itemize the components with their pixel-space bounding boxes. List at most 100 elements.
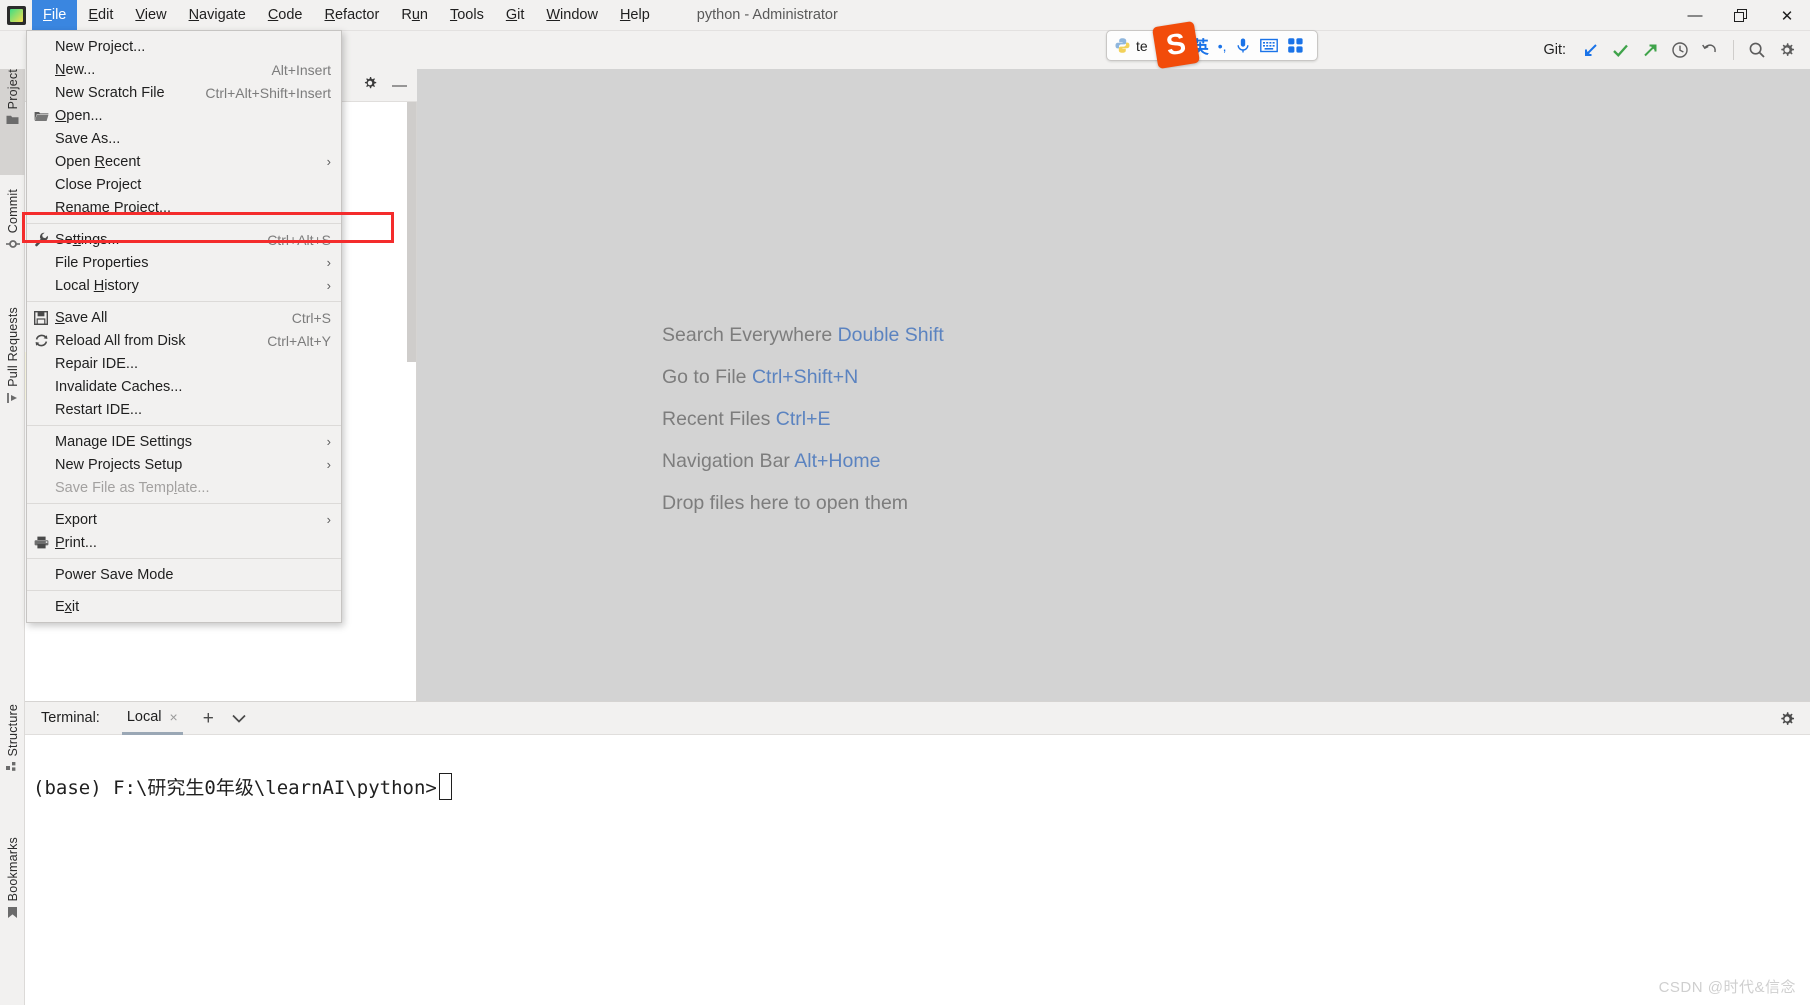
folder-icon	[6, 114, 19, 125]
git-update-icon[interactable]	[1575, 35, 1605, 65]
menu-item-rename-project[interactable]: Rename Project...	[27, 196, 341, 219]
hint-label: Navigation Bar	[662, 450, 790, 472]
bookmark-icon	[7, 906, 18, 919]
restore-button[interactable]	[1718, 0, 1764, 31]
sidebar-item-commit[interactable]: Commit	[0, 189, 25, 295]
project-settings-gear-icon[interactable]	[362, 75, 378, 96]
menu-separator	[27, 425, 341, 426]
save-icon	[27, 310, 55, 325]
menu-item-new-projects-setup[interactable]: New Projects Setup ›	[27, 453, 341, 476]
menu-item-shortcut: Ctrl+Alt+Y	[267, 332, 331, 349]
menu-item-new[interactable]: New... Alt+Insert	[27, 58, 341, 81]
menu-item-settings[interactable]: Settings... Ctrl+Alt+S	[27, 228, 341, 251]
menu-item-close-project[interactable]: Close Project	[27, 173, 341, 196]
menu-item-reload-all-from-disk[interactable]: Reload All from Disk Ctrl+Alt+Y	[27, 329, 341, 352]
menu-item-save-as[interactable]: Save As...	[27, 127, 341, 150]
menubar-item-view[interactable]: View	[124, 0, 177, 31]
search-icon[interactable]	[1742, 35, 1772, 65]
menu-item-repair-ide[interactable]: Repair IDE...	[27, 352, 341, 375]
pull-request-icon	[6, 392, 19, 404]
menu-item-label: Settings...	[55, 231, 120, 248]
menu-item-new-scratch-file[interactable]: New Scratch File Ctrl+Alt+Shift+Insert	[27, 81, 341, 104]
menu-item-shortcut: Ctrl+Alt+Shift+Insert	[205, 84, 331, 101]
project-hide-button[interactable]: —	[392, 78, 407, 93]
menu-item-print[interactable]: Print...	[27, 531, 341, 554]
menubar-item-navigate[interactable]: Navigate	[178, 0, 257, 31]
sidebar-item-bookmarks[interactable]: Bookmarks	[0, 837, 25, 965]
minimize-button[interactable]: —	[1672, 0, 1718, 31]
menu-item-export[interactable]: Export ›	[27, 508, 341, 531]
history-icon[interactable]	[1665, 35, 1695, 65]
sidebar-item-project[interactable]: Project	[0, 69, 25, 175]
structure-icon	[6, 761, 19, 774]
sidebar-item-pull-requests[interactable]: Pull Requests	[0, 307, 25, 437]
menu-separator	[27, 223, 341, 224]
menu-item-local-history[interactable]: Local History ›	[27, 274, 341, 297]
menubar-item-tools[interactable]: Tools	[439, 0, 495, 31]
editor-hint-list: Search Everywhere Double Shift Go to Fil…	[662, 324, 944, 515]
menu-item-save-all[interactable]: Save All Ctrl+S	[27, 306, 341, 329]
menu-item-label: Save File as Template...	[55, 479, 210, 496]
menubar-item-run[interactable]: Run	[390, 0, 439, 31]
ime-punctuation-toggle[interactable]: •,	[1218, 38, 1227, 54]
menu-item-label: Power Save Mode	[55, 566, 174, 583]
printer-icon	[27, 536, 55, 549]
rollback-icon[interactable]	[1695, 35, 1725, 65]
hint-search-everywhere: Search Everywhere Double Shift	[662, 324, 944, 347]
menu-item-open[interactable]: Open...	[27, 104, 341, 127]
chevron-right-icon: ›	[326, 457, 331, 472]
menu-item-manage-ide-settings[interactable]: Manage IDE Settings ›	[27, 430, 341, 453]
menu-item-label: Exit	[55, 598, 80, 615]
menu-item-shortcut: Ctrl+Alt+S	[267, 231, 331, 248]
menu-item-label: New Scratch File	[55, 84, 165, 101]
commit-icon	[5, 238, 20, 250]
sidebar-item-project-label: Project	[5, 69, 20, 110]
terminal-tab-local[interactable]: Local ×	[121, 701, 183, 735]
menubar-item-file[interactable]: File	[32, 0, 78, 31]
menubar-item-window[interactable]: Window	[535, 0, 609, 31]
python-icon[interactable]	[1114, 37, 1131, 54]
sogou-ime-logo-icon[interactable]: S	[1151, 20, 1201, 70]
toolbox-icon[interactable]	[1287, 37, 1304, 54]
menubar-item-refactor[interactable]: Refactor	[314, 0, 391, 31]
terminal-prompt-line: (base) F:\研究生0年级\learnAI\python>	[33, 773, 452, 800]
menu-item-label: Save As...	[55, 130, 121, 147]
add-terminal-tab-button[interactable]: +	[203, 709, 214, 728]
folder-icon	[27, 110, 55, 122]
menu-item-open-recent[interactable]: Open Recent ›	[27, 150, 341, 173]
terminal-output[interactable]: (base) F:\研究生0年级\learnAI\python>	[25, 735, 1810, 1005]
ime-input-text: te	[1136, 37, 1148, 54]
menubar-item-edit[interactable]: Edit	[77, 0, 124, 31]
hint-label: Search Everywhere	[662, 324, 833, 346]
soft-keyboard-icon[interactable]	[1260, 38, 1279, 53]
file-menu-popup[interactable]: New Project... New... Alt+Insert New Scr…	[26, 30, 342, 623]
close-button[interactable]: ✕	[1764, 0, 1810, 31]
hint-label: Go to File	[662, 366, 747, 388]
menu-item-exit[interactable]: Exit	[27, 595, 341, 618]
menu-item-new-project[interactable]: New Project...	[27, 35, 341, 58]
menu-item-file-properties[interactable]: File Properties ›	[27, 251, 341, 274]
ime-toolbar[interactable]: te 英 •,	[1106, 30, 1318, 61]
menu-item-label: Close Project	[55, 176, 142, 193]
menu-item-label: Reload All from Disk	[55, 332, 186, 349]
menu-item-invalidate-caches[interactable]: Invalidate Caches...	[27, 375, 341, 398]
chevron-right-icon: ›	[326, 434, 331, 449]
voice-input-icon[interactable]	[1235, 37, 1251, 54]
git-push-icon[interactable]	[1635, 35, 1665, 65]
settings-gear-icon[interactable]	[1772, 35, 1802, 65]
git-commit-check-icon[interactable]	[1605, 35, 1635, 65]
terminal-settings-gear-icon[interactable]	[1778, 710, 1796, 733]
menu-item-label: Local History	[55, 277, 139, 294]
menu-item-restart-ide[interactable]: Restart IDE...	[27, 398, 341, 421]
close-icon[interactable]: ×	[170, 709, 178, 725]
menubar-item-code[interactable]: Code	[257, 0, 314, 31]
chevron-down-icon[interactable]	[232, 711, 246, 726]
menubar-item-git[interactable]: Git	[495, 0, 536, 31]
menu-item-label: Rename Project...	[55, 199, 172, 216]
editor-empty-state: Search Everywhere Double Shift Go to Fil…	[417, 69, 1810, 701]
sidebar-item-structure[interactable]: Structure	[0, 704, 25, 822]
project-scrollbar[interactable]	[407, 102, 416, 362]
menubar-item-help[interactable]: Help	[609, 0, 661, 31]
menu-item-power-save-mode[interactable]: Power Save Mode	[27, 563, 341, 586]
hint-label: Drop files here to open them	[662, 492, 909, 514]
